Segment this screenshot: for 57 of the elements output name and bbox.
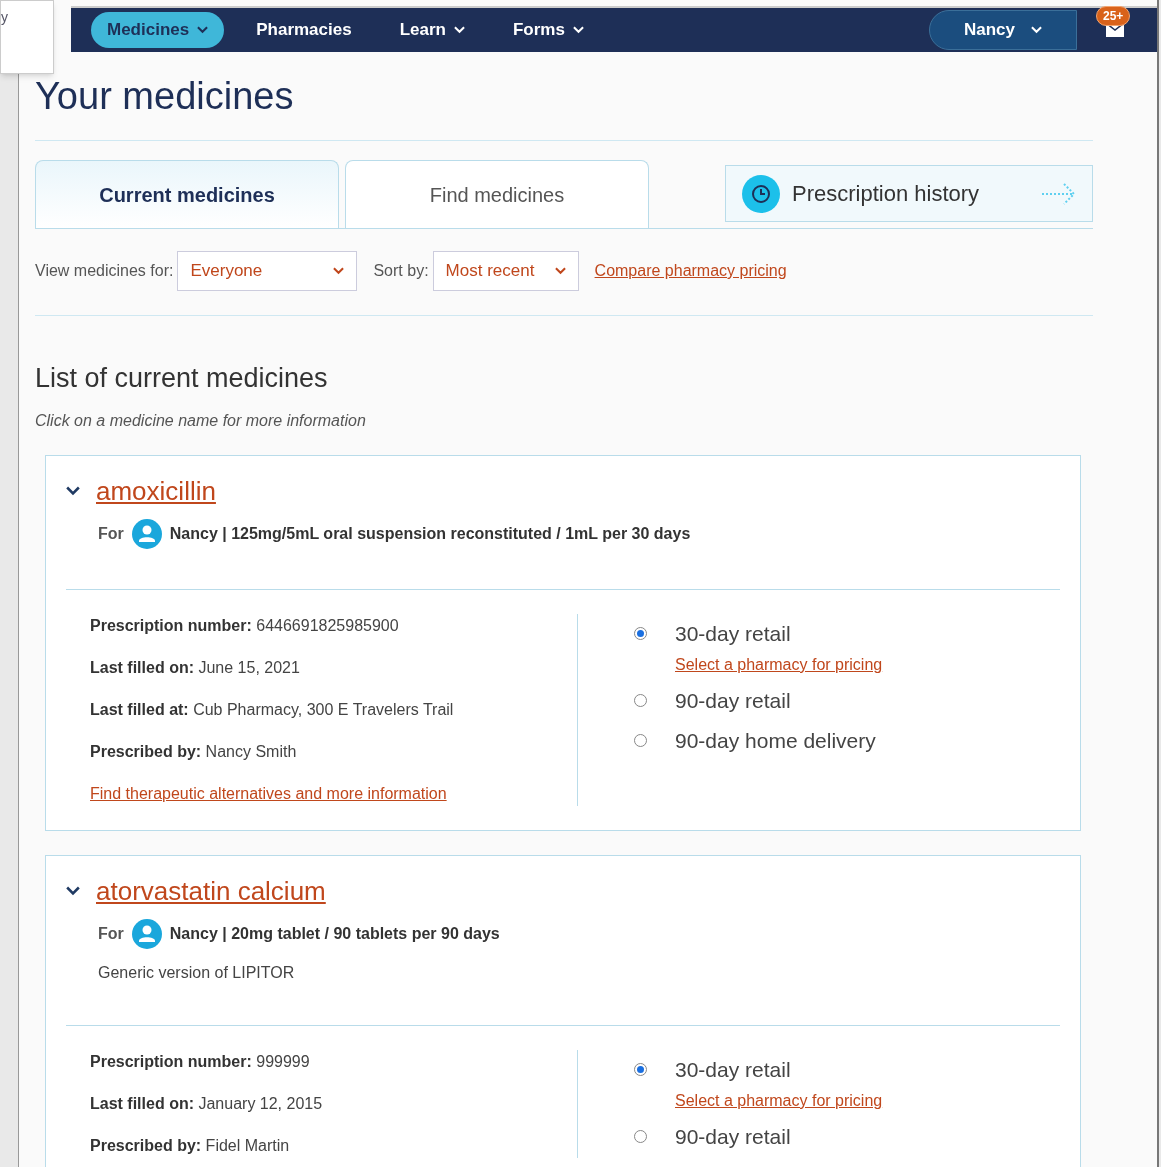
nav-item[interactable]: Forms (496, 12, 600, 48)
clock-icon (742, 174, 780, 213)
chevron-down-icon (1031, 26, 1042, 34)
prescription-field: Last filled at: Cub Pharmacy, 300 E Travelers Trail (90, 697, 577, 722)
for-label: For (98, 923, 124, 944)
prescription-field: Last filled on: June 15, 2021 (90, 655, 577, 680)
history-link[interactable]: Prescription history (725, 165, 1093, 222)
medicine-link[interactable]: atorvastatin calcium (96, 871, 326, 911)
prescription-field: Last filled on: January 12, 2015 (90, 1091, 577, 1116)
chevron-down-icon (66, 886, 80, 896)
view-label: View medicines for: (35, 261, 174, 281)
radio-button[interactable] (634, 733, 647, 747)
nav-item[interactable]: Learn (383, 12, 481, 48)
nav-item[interactable]: Pharmacies (240, 12, 368, 48)
notification-badge: 25+ (1096, 6, 1131, 26)
prescription-field: Prescribed by: Nancy Smith (90, 739, 577, 764)
page-title: Your medicines (35, 74, 295, 119)
option-label: 90-day retail (675, 1124, 791, 1150)
medicine-detail: Nancy | 125mg/5mL oral suspension reconstituted / 1mL per 30 days (169, 523, 691, 544)
for-label: For (98, 523, 124, 544)
prescription-field: Prescription number: 6446691825985900 (90, 613, 577, 638)
alternatives-link[interactable]: Find therapeutic alternatives and more information (90, 781, 577, 806)
medicine-link[interactable]: amoxicillin (96, 471, 216, 511)
radio-button[interactable] (634, 1130, 647, 1144)
option-label: 90-day retail (675, 688, 791, 714)
sort-select[interactable]: Most recent (432, 251, 579, 291)
expand-toggle[interactable] (66, 486, 80, 496)
radio-button[interactable] (634, 626, 647, 640)
prescription-field: Prescribed by: Fidel Martin (90, 1133, 577, 1158)
pricing-link[interactable]: Select a pharmacy for pricing (675, 1089, 883, 1113)
chevron-down-icon (554, 267, 566, 275)
option-label: 90-day home delivery (675, 727, 876, 754)
option-label: 30-day retail (675, 1056, 791, 1083)
window-text: y (1, 9, 8, 25)
medicine-detail: Nancy | 20mg tablet / 90 tablets per 90 days (169, 923, 500, 944)
sort-label: Sort by: (373, 261, 429, 281)
person-icon (131, 518, 162, 549)
prescription-field: Prescription number: 999999 (90, 1049, 577, 1074)
compare-link[interactable]: Compare pharmacy pricing (594, 259, 787, 283)
view-select[interactable]: Everyone (177, 251, 358, 291)
chevron-down-icon (66, 486, 80, 496)
history-label: Prescription history (792, 180, 981, 208)
nav-item[interactable]: Medicines (91, 12, 225, 48)
user-menu[interactable]: Nancy (929, 10, 1077, 50)
list-title: List of current medicines (35, 362, 329, 395)
pricing-link[interactable]: Select a pharmacy for pricing (675, 653, 883, 677)
person-icon (131, 918, 162, 949)
arrow-right-icon (1042, 181, 1076, 206)
radio-button[interactable] (634, 694, 647, 708)
radio-button[interactable] (634, 1062, 647, 1076)
chevron-down-icon (333, 267, 345, 275)
expand-toggle[interactable] (66, 886, 80, 896)
list-hint: Click on a medicine name for more information (35, 410, 367, 431)
generic-note: Generic version of LIPITOR (98, 962, 296, 983)
option-label: 30-day retail (675, 620, 791, 647)
tab[interactable]: Current medicines (35, 160, 339, 228)
tab[interactable]: Find medicines (345, 160, 649, 228)
